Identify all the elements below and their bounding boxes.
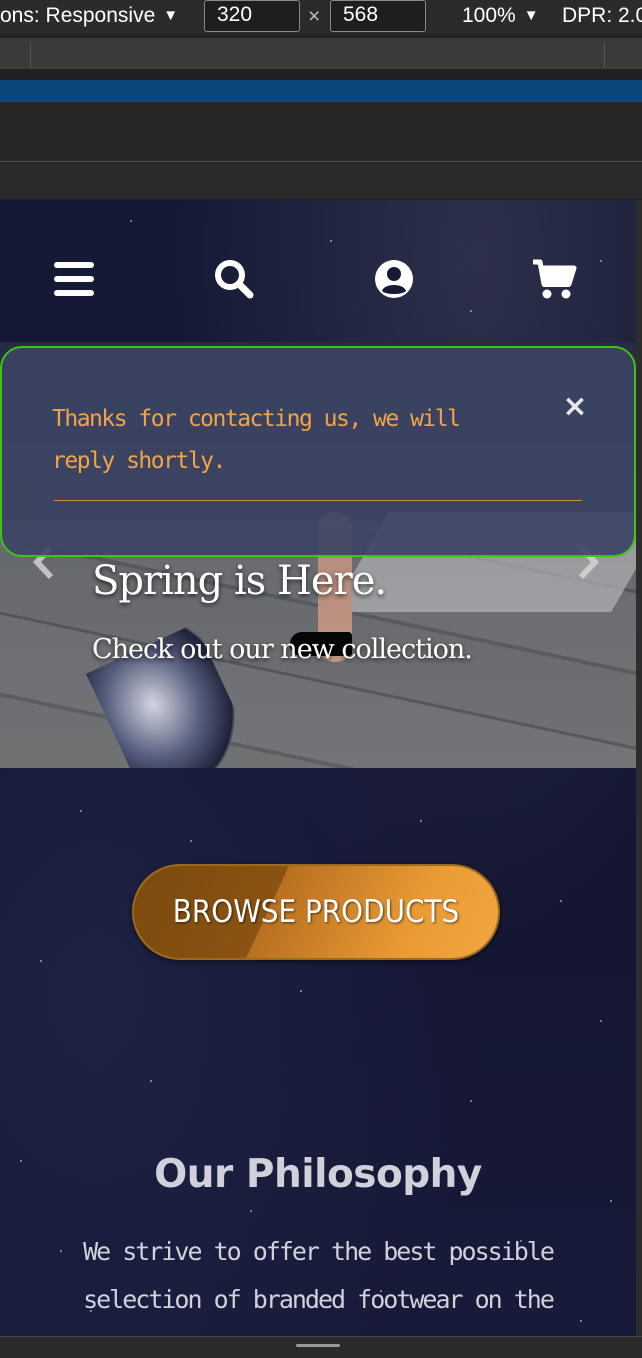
dpr-label[interactable]: DPR: 2.0 [562, 4, 642, 28]
cart-button[interactable] [527, 252, 581, 306]
toast-message: Thanks for contacting us, we will reply … [52, 406, 461, 474]
divider [604, 42, 605, 68]
chevron-down-icon: ▼ [523, 7, 539, 24]
mobile-viewport: Spring is Here. Check out our new collec… [0, 200, 636, 1336]
philosophy-text: We strive to offer the best possible sel… [83, 1237, 555, 1314]
media-query-bar [0, 38, 642, 70]
bottom-resize-bar[interactable] [0, 1336, 642, 1358]
times-symbol: × [308, 5, 321, 28]
top-navbar [0, 200, 636, 342]
hero-title: Spring is Here. [92, 558, 387, 604]
user-circle-icon [375, 260, 413, 298]
height-input[interactable]: 568 [330, 0, 426, 32]
viewport-resize-handle[interactable] [636, 200, 642, 1336]
zoom-label: 100% [462, 4, 516, 27]
devtools-toolbar: ons: Responsive ▼ 320 × 568 100% ▼ DPR: 2.… [0, 0, 642, 34]
device-select[interactable]: ons: Responsive ▼ [0, 4, 178, 28]
hamburger-icon [54, 262, 94, 296]
zoom-select[interactable]: 100% ▼ [462, 4, 539, 28]
ruler-row [0, 163, 642, 199]
close-icon[interactable]: × [560, 392, 590, 422]
search-icon [215, 260, 254, 299]
toast-divider [54, 500, 582, 501]
search-button[interactable] [207, 252, 261, 306]
browse-products-label: BROWSE PRODUCTS [172, 894, 460, 930]
menu-button[interactable] [47, 252, 101, 306]
width-input[interactable]: 320 [204, 0, 300, 32]
media-query-range[interactable] [0, 80, 642, 102]
divider [30, 42, 31, 68]
contact-success-toast: Thanks for contacting us, we will reply … [0, 346, 636, 557]
cart-icon [533, 259, 577, 299]
philosophy-title: Our Philosophy [154, 1152, 482, 1197]
media-query-row [0, 102, 642, 162]
hero-subtitle: Check out our new collection. [92, 634, 473, 665]
device-label: ons: Responsive [0, 4, 156, 27]
account-button[interactable] [367, 252, 421, 306]
resize-grip[interactable] [296, 1344, 340, 1347]
chevron-down-icon: ▼ [163, 7, 179, 24]
browse-products-button[interactable]: BROWSE PRODUCTS [132, 864, 500, 960]
